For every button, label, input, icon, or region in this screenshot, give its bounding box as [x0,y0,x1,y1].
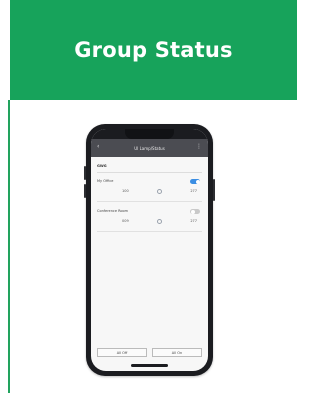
phone-power-button [213,179,215,201]
status-dot-icon [157,218,162,224]
row-divider [97,201,202,202]
section-title: GWG [97,164,107,168]
group-toggle[interactable] [190,209,200,214]
page-header: Group Status [10,0,297,100]
group-name: My Office [97,179,114,183]
page-left-border [8,100,10,393]
phone-screen: ‹ UI Lamp/Status ⋮ GWG My Office 100 277… [91,129,208,371]
phone-side-button [84,184,86,198]
group-left-value: 009 [122,219,129,223]
app-bar-title: UI Lamp/Status [134,145,165,151]
phone-mockup: ‹ UI Lamp/Status ⋮ GWG My Office 100 277… [84,124,215,376]
app-bar: ‹ UI Lamp/Status ⋮ [91,139,208,157]
page-title: Group Status [74,38,233,62]
back-icon[interactable]: ‹ [97,144,99,150]
group-right-value: 277 [190,189,197,193]
group-row-my-office[interactable]: My Office 100 277 [97,179,202,209]
all-on-button[interactable]: All On [152,348,202,357]
row-divider [97,231,202,232]
group-toggle[interactable] [190,179,200,184]
bottom-action-bar: All Off All On [97,348,202,357]
group-row-conference-room[interactable]: Conference Room 009 277 [97,209,202,239]
all-off-button[interactable]: All Off [97,348,147,357]
group-name: Conference Room [97,209,129,213]
section-divider [97,172,202,173]
menu-icon[interactable]: ⋮ [196,144,202,150]
group-left-value: 100 [122,189,129,193]
group-stats: 100 277 [122,187,197,195]
group-stats: 009 277 [122,217,197,225]
group-list: GWG My Office 100 277 Conference Room 00… [97,164,202,239]
status-dot-icon [157,188,162,194]
home-indicator [131,364,168,367]
phone-side-button [84,166,86,180]
phone-notch [125,129,174,139]
group-right-value: 277 [190,219,197,223]
